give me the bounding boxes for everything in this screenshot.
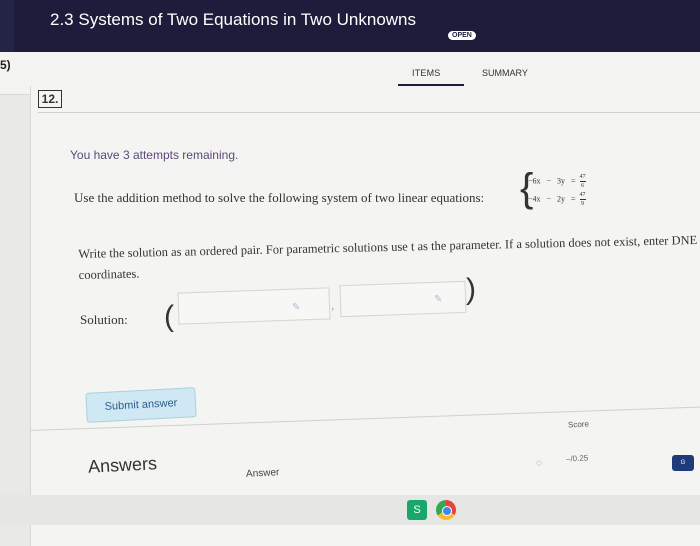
equation-system: { −6x − 3y = 47 6 −4x − 2y = 47 9 bbox=[520, 168, 670, 212]
eq1-operator: − bbox=[546, 176, 552, 186]
question-number: 12. bbox=[38, 90, 62, 108]
submit-answer-button[interactable]: Submit answer bbox=[85, 387, 197, 423]
taskbar bbox=[0, 495, 700, 525]
eq2-term-x: −4x bbox=[528, 194, 541, 204]
assignment-title: 2.3 Systems of Two Equations in Two Unkn… bbox=[50, 10, 417, 29]
eq1-term-y: 3y bbox=[557, 176, 566, 186]
tab-summary[interactable]: SUMMARY bbox=[482, 68, 528, 78]
score-value: –/0.25 bbox=[565, 453, 589, 464]
app-dock-icon[interactable]: S bbox=[407, 500, 427, 520]
close-paren: ) bbox=[466, 273, 476, 306]
eq1-rhs-fraction: 47 6 bbox=[579, 174, 586, 189]
eq2-numerator: 47 bbox=[579, 192, 586, 198]
question-divider bbox=[38, 112, 700, 113]
answer-column-header: Answer bbox=[245, 467, 280, 480]
open-status-badge: OPEN bbox=[448, 31, 476, 40]
previous-item-fragment[interactable]: 5) bbox=[0, 58, 11, 72]
eq1-term-x: −6x bbox=[528, 176, 541, 186]
eq2-denominator: 9 bbox=[581, 201, 585, 207]
eq1-denominator: 6 bbox=[581, 183, 585, 189]
equation-1: −6x − 3y = 47 6 bbox=[528, 174, 586, 189]
eq2-rhs-fraction: 47 9 bbox=[579, 192, 586, 207]
left-panel-fragment bbox=[0, 0, 14, 52]
eq2-operator: − bbox=[546, 194, 552, 204]
attempts-remaining: You have 3 attempts remaining. bbox=[70, 148, 239, 162]
pending-status-icon: ◌ bbox=[536, 458, 542, 469]
chrome-browser-icon[interactable] bbox=[436, 500, 456, 520]
coordinate-comma: , bbox=[331, 298, 335, 312]
eq2-equals: = bbox=[571, 194, 576, 204]
tab-items[interactable]: ITEMS bbox=[412, 68, 441, 78]
equation-2: −4x − 2y = 47 9 bbox=[528, 192, 586, 207]
score-column-header: Score bbox=[567, 419, 590, 430]
eq1-equals: = bbox=[571, 176, 576, 186]
eq1-numerator: 47 bbox=[579, 174, 586, 180]
question-prompt: Use the addition method to solve the fol… bbox=[74, 190, 485, 205]
solution-label: Solution: bbox=[80, 312, 128, 327]
corner-app-icon[interactable]: G bbox=[672, 455, 694, 471]
eq2-term-y: 2y bbox=[557, 194, 566, 204]
answers-heading: Answers bbox=[87, 453, 158, 477]
open-paren: ( bbox=[164, 300, 174, 333]
